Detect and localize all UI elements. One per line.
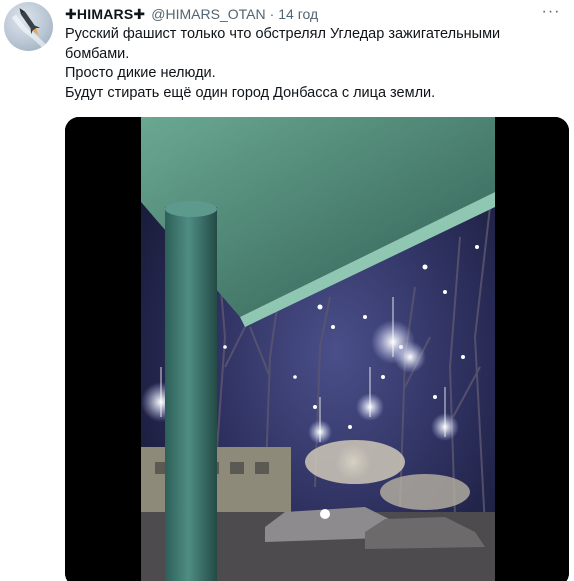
tweet-text-line: Будут стирать ещё один город Донбасса с … bbox=[65, 84, 436, 101]
tweet: ✚HIMARS✚ @HIMARS_OTAN · 14 год ··· Русск… bbox=[0, 0, 574, 581]
video-player[interactable] bbox=[65, 117, 569, 581]
video-frame bbox=[65, 117, 569, 581]
tweet-text-line: Русский фашист только что обстрелял Угле… bbox=[65, 26, 501, 62]
separator-dot: · bbox=[269, 6, 275, 22]
missile-icon bbox=[11, 8, 46, 48]
timestamp[interactable]: 14 год bbox=[278, 6, 318, 22]
more-options-icon[interactable]: ··· bbox=[540, 3, 562, 21]
tweet-text-line: Просто дикие нелюди. bbox=[65, 65, 216, 81]
tweet-text: Русский фашист только что обстрелял Угле… bbox=[65, 25, 535, 103]
user-handle[interactable]: @HIMARS_OTAN bbox=[151, 6, 265, 22]
avatar[interactable] bbox=[4, 2, 53, 51]
tweet-header: ✚HIMARS✚ @HIMARS_OTAN · 14 год bbox=[65, 4, 318, 24]
display-name[interactable]: ✚HIMARS✚ bbox=[65, 6, 145, 23]
